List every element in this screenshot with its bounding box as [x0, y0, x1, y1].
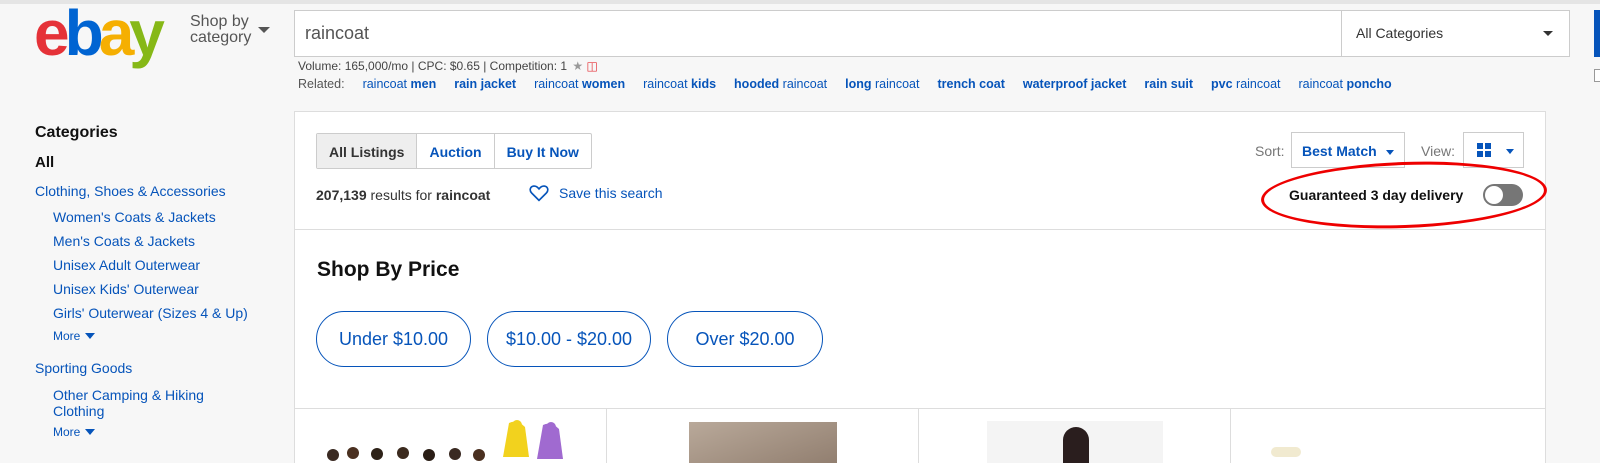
product-thumbnail: [689, 422, 837, 463]
chevron-down-icon: [258, 27, 270, 33]
product-thumbnail: [1271, 447, 1301, 457]
categories-heading: Categories: [35, 124, 118, 141]
chevron-down-icon: [1543, 31, 1553, 36]
database-icon[interactable]: ◫: [587, 59, 598, 73]
red-annotation-circle: [1259, 157, 1549, 233]
subcategory-item[interactable]: Women's Coats & Jackets: [53, 209, 285, 225]
category-select-value: All Categories: [1356, 25, 1444, 41]
related-search-link[interactable]: rain jacket: [454, 77, 516, 91]
subcategory-item[interactable]: Men's Coats & Jackets: [53, 233, 285, 249]
related-search-link[interactable]: raincoat kids: [643, 77, 716, 91]
related-search-link[interactable]: hooded raincoat: [734, 77, 827, 91]
product-thumbnail: [327, 420, 563, 461]
sort-label: Sort:: [1255, 143, 1285, 159]
related-search-link[interactable]: pvc raincoat: [1211, 77, 1281, 91]
keyword-stats: Volume: 165,000/mo | CPC: $0.65 | Compet…: [298, 59, 598, 73]
more-label: More: [53, 425, 81, 439]
tab-auction[interactable]: Auction: [416, 134, 493, 168]
price-under-10-button[interactable]: Under $10.00: [316, 311, 471, 367]
category-all[interactable]: All: [35, 154, 285, 171]
subcategory-item[interactable]: Unisex Kids' Outerwear: [53, 281, 285, 297]
results-query: raincoat: [435, 187, 491, 203]
chevron-down-icon: [85, 429, 96, 435]
sidebar: Categories All Clothing, Shoes & Accesso…: [35, 124, 285, 439]
star-icon[interactable]: ★: [572, 59, 583, 73]
results-count: 207,139 results for raincoat: [316, 187, 490, 203]
search-button[interactable]: [1594, 10, 1600, 57]
listing-tile[interactable]: [295, 409, 607, 463]
tab-all-listings[interactable]: All Listings: [317, 134, 417, 168]
view-label: View:: [1421, 143, 1455, 159]
save-search-button[interactable]: Save this search: [529, 184, 663, 202]
results-text: results for: [366, 187, 436, 203]
related-search-link[interactable]: raincoat poncho: [1299, 77, 1392, 91]
chevron-down-icon: [1506, 149, 1514, 154]
advanced-checkbox[interactable]: [1594, 69, 1600, 82]
related-search-link[interactable]: trench coat: [937, 77, 1004, 91]
keyword-stats-text: Volume: 165,000/mo | CPC: $0.65 | Compet…: [298, 59, 568, 73]
listing-tile[interactable]: [607, 409, 919, 463]
chevron-down-icon: [1386, 150, 1394, 155]
listing-type-tabs: All Listings Auction Buy It Now: [316, 133, 592, 169]
results-panel: All Listings Auction Buy It Now 207,139 …: [294, 111, 1549, 411]
price-10-20-button[interactable]: $10.00 - $20.00: [487, 311, 651, 367]
product-thumbnail: [987, 421, 1163, 463]
related-label: Related:: [298, 77, 345, 91]
category-clothing[interactable]: Clothing, Shoes & Accessories: [35, 183, 285, 199]
more-link[interactable]: More: [53, 329, 285, 343]
search-input[interactable]: [305, 21, 1305, 46]
related-searches: Related: raincoat men rain jacket raincoat …: [298, 77, 1392, 91]
chevron-down-icon: [85, 333, 96, 339]
related-search-link[interactable]: raincoat men: [363, 77, 437, 91]
related-search-link[interactable]: long raincoat: [845, 77, 919, 91]
related-search-link[interactable]: raincoat women: [534, 77, 625, 91]
listing-tile[interactable]: [1231, 409, 1543, 463]
top-border: [0, 0, 1600, 4]
results-number: 207,139: [316, 187, 367, 203]
shop-by-price-heading: Shop By Price: [317, 258, 460, 281]
ebay-logo[interactable]: ebay: [34, 1, 165, 65]
shop-by-label: Shop by category: [190, 13, 252, 46]
more-label: More: [53, 329, 81, 343]
listing-tiles: [294, 409, 1546, 463]
shop-by-category-button[interactable]: Shop by category: [190, 13, 270, 46]
search-bar: All Categories: [294, 10, 1570, 57]
subcategory-item[interactable]: Other Camping & Hiking Clothing: [53, 387, 233, 419]
subcategory-item[interactable]: Girls' Outerwear (Sizes 4 & Up): [53, 305, 285, 321]
sort-value: Best Match: [1302, 143, 1377, 159]
category-select[interactable]: All Categories: [1341, 11, 1569, 56]
related-search-link[interactable]: waterproof jacket: [1023, 77, 1127, 91]
heart-icon: [529, 185, 549, 202]
save-search-label: Save this search: [559, 185, 663, 201]
related-search-link[interactable]: rain suit: [1144, 77, 1193, 91]
view-dropdown[interactable]: [1463, 132, 1524, 168]
category-sporting-goods[interactable]: Sporting Goods: [35, 360, 285, 376]
listing-tile[interactable]: [919, 409, 1231, 463]
price-over-20-button[interactable]: Over $20.00: [667, 311, 823, 367]
divider: [295, 229, 1545, 230]
more-link[interactable]: More: [53, 425, 285, 439]
tab-buy-it-now[interactable]: Buy It Now: [493, 134, 591, 168]
subcategory-item[interactable]: Unisex Adult Outerwear: [53, 257, 285, 273]
grid-view-icon: [1477, 143, 1491, 157]
